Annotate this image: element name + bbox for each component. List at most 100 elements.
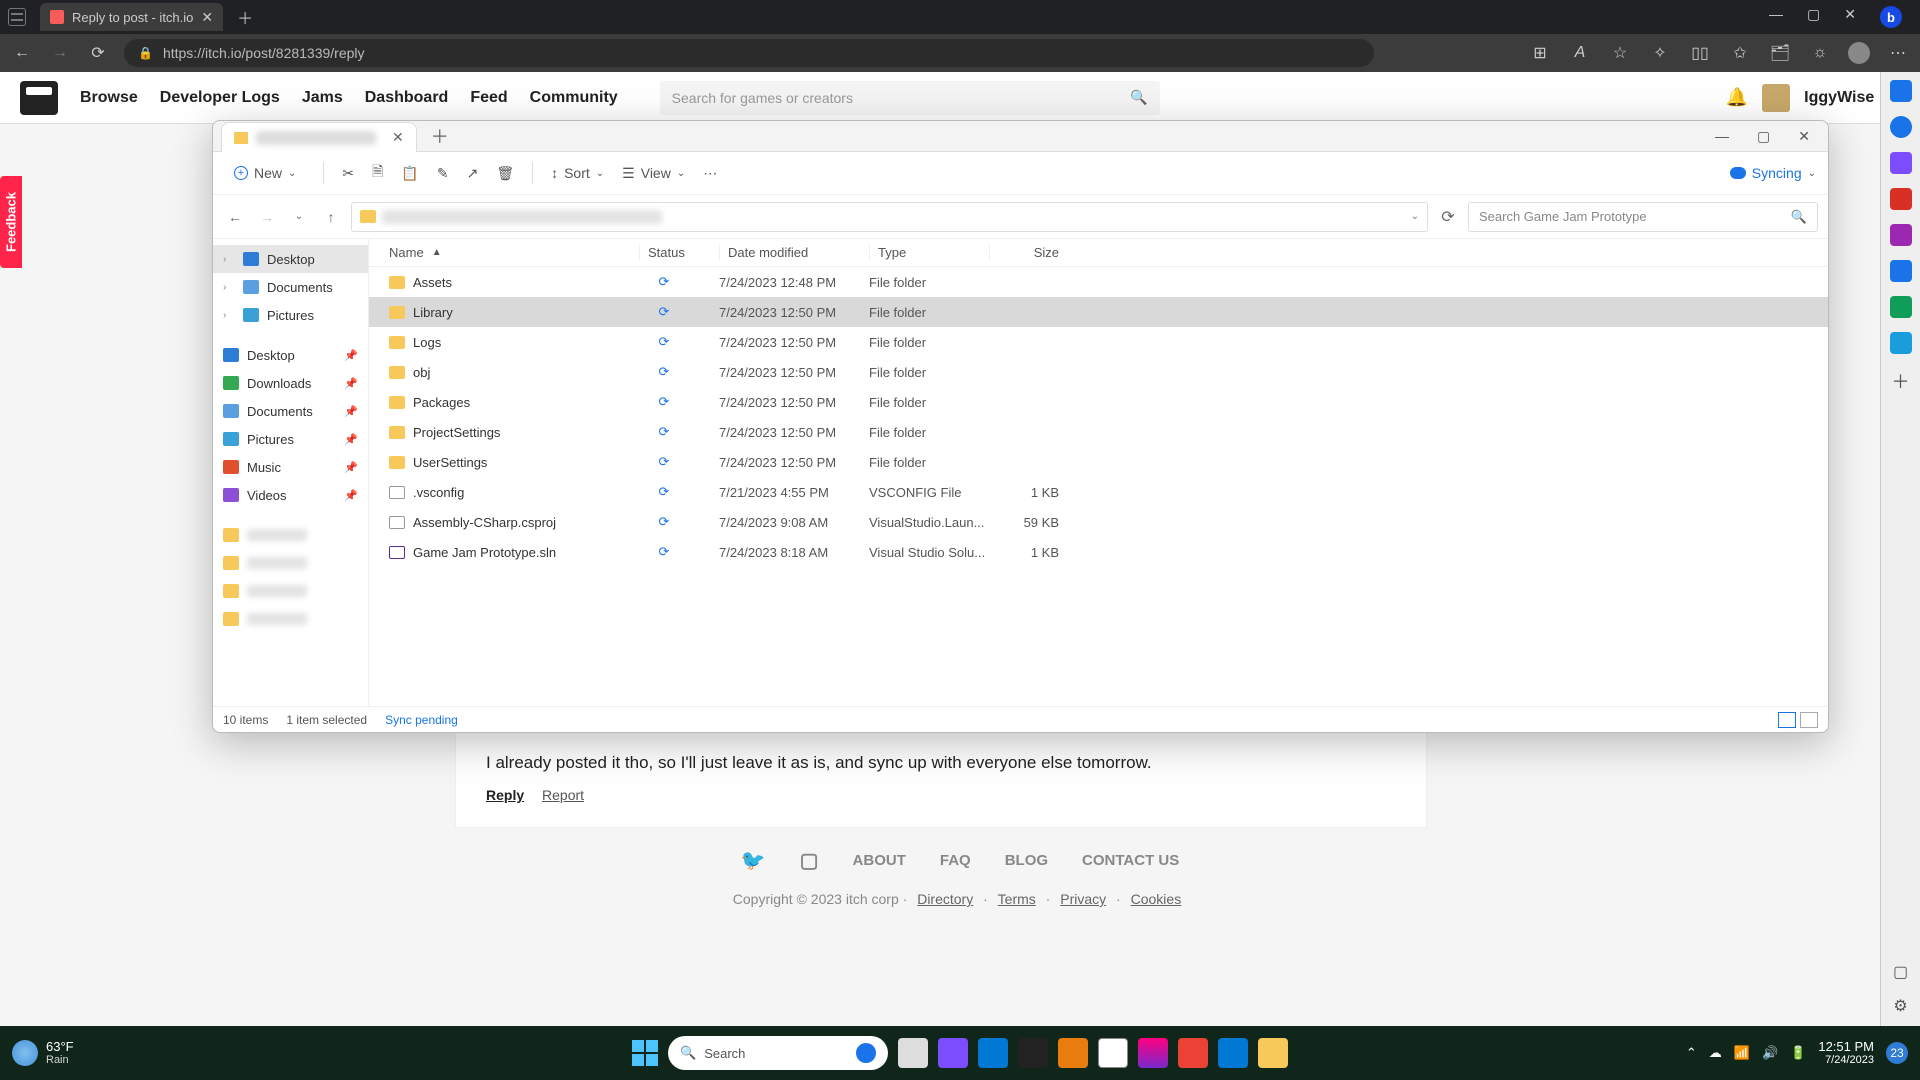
blender-icon[interactable] (1058, 1038, 1088, 1068)
search-icon[interactable]: 🔍 (1130, 89, 1147, 106)
cut-icon[interactable]: ✂ (342, 165, 354, 182)
nav-devlogs[interactable]: Developer Logs (160, 89, 280, 107)
nav-folder-redacted[interactable] (213, 549, 368, 577)
nav-feed[interactable]: Feed (470, 89, 507, 107)
explorer-forward-icon[interactable]: → (255, 209, 279, 225)
weather-widget[interactable]: 63°F Rain (12, 1040, 74, 1066)
col-name[interactable]: Name▲ (389, 245, 639, 260)
footer-privacy[interactable]: Privacy (1060, 891, 1106, 907)
footer-blog[interactable]: BLOG (1005, 852, 1048, 869)
view-grid-icon[interactable] (1800, 712, 1818, 728)
explorer-tab-close-icon[interactable]: ✕ (392, 129, 404, 146)
tray-wifi-icon[interactable]: 📶 (1734, 1045, 1750, 1061)
itch-logo-icon[interactable] (20, 81, 58, 115)
terminal-icon[interactable] (1018, 1038, 1048, 1068)
new-tab-button[interactable]: ＋ (237, 5, 253, 29)
sidebar-shopping-icon[interactable] (1890, 188, 1912, 210)
feedback-tab[interactable]: Feedback (0, 176, 22, 268)
more-icon[interactable]: ⋯ (1886, 43, 1910, 63)
extensions-icon[interactable]: ✧ (1648, 43, 1672, 63)
username[interactable]: IggyWise (1804, 89, 1874, 107)
text-size-icon[interactable]: A (1568, 44, 1592, 62)
copy-icon[interactable]: 🗎 (372, 161, 383, 185)
nav-folder-redacted[interactable] (213, 577, 368, 605)
nav-quick-desktop[interactable]: ›Desktop (213, 245, 368, 273)
nav-quick-documents[interactable]: ›Documents (213, 273, 368, 301)
explorer-search[interactable]: Search Game Jam Prototype 🔍 (1468, 202, 1818, 232)
nav-jams[interactable]: Jams (302, 89, 343, 107)
new-button[interactable]: + New ⌄ (225, 160, 305, 186)
sidebar-drop-icon[interactable] (1890, 332, 1912, 354)
apps-icon[interactable]: ⊞ (1528, 43, 1552, 63)
start-button[interactable] (632, 1040, 658, 1066)
footer-terms[interactable]: Terms (998, 891, 1036, 907)
col-date[interactable]: Date modified (719, 245, 869, 260)
window-maximize[interactable]: ▢ (1807, 6, 1820, 28)
share-icon[interactable]: ↗ (467, 165, 479, 182)
sidebar-add-icon[interactable]: ＋ (1892, 368, 1910, 394)
address-bar[interactable]: 🔒 https://itch.io/post/8281339/reply (124, 39, 1374, 67)
bing-icon[interactable]: b (1880, 6, 1902, 28)
explorer-recent-chevron-icon[interactable]: ⌄ (287, 211, 311, 222)
tray-volume-icon[interactable]: 🔊 (1762, 1045, 1778, 1061)
tab-groups-icon[interactable] (8, 8, 26, 26)
footer-faq[interactable]: FAQ (940, 852, 971, 869)
file-row[interactable]: obj⟳7/24/2023 12:50 PMFile folder (369, 357, 1828, 387)
facebook-icon[interactable]: ▢ (800, 848, 819, 873)
rename-icon[interactable]: ✎ (437, 165, 449, 182)
file-row[interactable]: Logs⟳7/24/2023 12:50 PMFile folder (369, 327, 1828, 357)
file-row[interactable]: Assembly-CSharp.csproj⟳7/24/2023 9:08 AM… (369, 507, 1828, 537)
nav-pinned-desktop[interactable]: Desktop📌 (213, 341, 368, 369)
view-details-icon[interactable] (1778, 712, 1796, 728)
more-icon[interactable]: ⋯ (703, 165, 717, 182)
file-row[interactable]: ProjectSettings⟳7/24/2023 12:50 PMFile f… (369, 417, 1828, 447)
nav-community[interactable]: Community (530, 89, 618, 107)
edge-icon[interactable] (978, 1038, 1008, 1068)
delete-icon[interactable]: 🗑 (496, 165, 514, 182)
view-button[interactable]: ☰ View ⌄ (622, 165, 685, 182)
explorer-up-icon[interactable]: ↑ (319, 209, 343, 225)
tray-battery-icon[interactable]: 🔋 (1790, 1045, 1806, 1061)
report-link[interactable]: Report (542, 787, 584, 803)
nav-back-icon[interactable]: ← (10, 44, 34, 62)
window-minimize[interactable]: — (1769, 6, 1783, 28)
nav-pinned-downloads[interactable]: Downloads📌 (213, 369, 368, 397)
twitter-icon[interactable]: 🐦 (741, 848, 766, 873)
explorer-new-tab-icon[interactable]: ＋ (431, 123, 449, 149)
vs-icon[interactable] (1218, 1038, 1248, 1068)
explorer-icon[interactable] (1258, 1038, 1288, 1068)
tab-close-icon[interactable]: ✕ (201, 9, 213, 26)
nav-pinned-documents[interactable]: Documents📌 (213, 397, 368, 425)
nav-folder-redacted[interactable] (213, 521, 368, 549)
unity-icon[interactable] (1098, 1038, 1128, 1068)
footer-directory[interactable]: Directory (917, 891, 973, 907)
path-chevron-icon[interactable]: ⌄ (1411, 211, 1419, 222)
file-row[interactable]: Packages⟳7/24/2023 12:50 PMFile folder (369, 387, 1828, 417)
firefox-icon[interactable] (1138, 1038, 1168, 1068)
file-row[interactable]: .vsconfig⟳7/21/2023 4:55 PMVSCONFIG File… (369, 477, 1828, 507)
col-size[interactable]: Size (989, 245, 1069, 260)
browser-tab[interactable]: Reply to post - itch.io ✕ (40, 3, 223, 31)
window-close[interactable]: ✕ (1844, 6, 1856, 28)
sidebar-collapse-icon[interactable]: ▢ (1893, 962, 1908, 982)
file-row[interactable]: Assets⟳7/24/2023 12:48 PMFile folder (369, 267, 1828, 297)
file-row[interactable]: UserSettings⟳7/24/2023 12:50 PMFile fold… (369, 447, 1828, 477)
task-view-icon[interactable] (898, 1038, 928, 1068)
sidebar-outlook-icon[interactable] (1890, 296, 1912, 318)
nav-browse[interactable]: Browse (80, 89, 138, 107)
explorer-tab[interactable]: ✕ (221, 122, 417, 152)
nav-pinned-videos[interactable]: Videos📌 (213, 481, 368, 509)
sidebar-office-icon[interactable] (1890, 260, 1912, 282)
paste-icon[interactable]: 📋 (401, 165, 418, 182)
page-search[interactable]: Search for games or creators 🔍 (660, 81, 1160, 115)
sidebar-settings-icon[interactable]: ⚙ (1893, 996, 1907, 1016)
performance-icon[interactable]: ☼ (1808, 44, 1832, 62)
sidebar-search-icon[interactable] (1890, 116, 1912, 138)
tray-onedrive-icon[interactable]: ☁ (1709, 1045, 1722, 1061)
footer-about[interactable]: ABOUT (853, 852, 906, 869)
nav-refresh-icon[interactable]: ⟳ (86, 43, 110, 63)
explorer-minimize[interactable]: — (1715, 128, 1729, 145)
chrome-icon[interactable] (1178, 1038, 1208, 1068)
notifications-badge[interactable]: 23 (1886, 1042, 1908, 1064)
favorite-icon[interactable]: ☆ (1608, 43, 1632, 63)
